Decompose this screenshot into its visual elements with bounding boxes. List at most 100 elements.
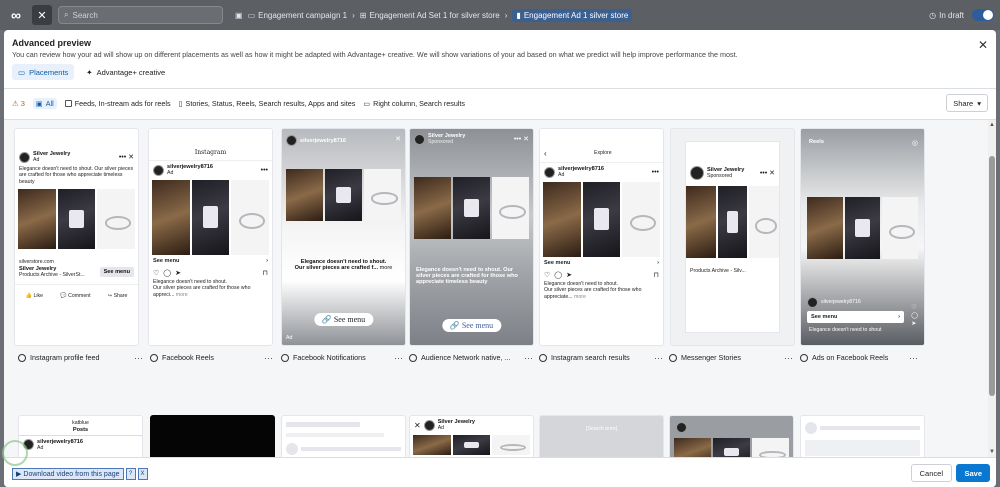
bookmark-icon[interactable]: ⊓ — [263, 269, 268, 277]
tab-placements[interactable]: ▭ Placements — [12, 64, 75, 80]
close-icon[interactable]: ✕ — [414, 421, 421, 430]
more-icon[interactable]: ••• ✕ — [119, 153, 134, 161]
chevron-down-icon: ▾ — [977, 98, 981, 108]
scrollbar[interactable]: ▲ ▼ — [988, 120, 996, 457]
carousel-images — [414, 177, 529, 239]
ad-toggle[interactable] — [972, 9, 994, 21]
sidebar-toggle-icon[interactable]: ▣ — [235, 11, 243, 20]
filter-right-column[interactable]: ▭ Right column, Search results — [363, 99, 465, 108]
avatar — [414, 133, 425, 145]
send-icon[interactable]: ➤ — [566, 271, 572, 279]
comment-icon[interactable]: ◯ — [554, 271, 562, 279]
preview-card-instagram-explore[interactable]: ‹ Explore silverjewelry8716 Ad ••• See me… — [539, 128, 664, 346]
avatar — [19, 151, 30, 163]
more-icon[interactable]: ••• — [261, 167, 268, 174]
send-icon[interactable]: ➤ — [175, 269, 181, 277]
preview-card-facebook-notifications[interactable] — [281, 415, 406, 457]
heart-icon[interactable]: ♡ — [544, 271, 550, 279]
modal-footer: Cancel Save — [4, 457, 996, 487]
preview-card-facebook-stories[interactable]: silverjewelry8716 ✕ Elegance doesn't nee… — [281, 128, 406, 346]
share-icon[interactable]: ➤ — [911, 320, 918, 328]
link-icon: 🔗 — [321, 315, 332, 324]
advanced-preview-modal: Advanced preview You can review how your… — [4, 30, 996, 487]
scroll-down-icon[interactable]: ▼ — [989, 449, 995, 455]
label-audience-network-native: Audience Network native, ... ··· — [409, 353, 533, 362]
warnings-badge[interactable]: ⚠ 3 — [12, 99, 25, 108]
heart-icon[interactable]: ♡ — [153, 269, 159, 277]
scroll-up-icon[interactable]: ▲ — [989, 122, 995, 128]
cancel-button[interactable]: Cancel — [910, 464, 952, 482]
bookmark-icon[interactable]: ⊓ — [654, 271, 659, 279]
preview-card-instagram-profile-feed[interactable]: katblue Posts silverjewelry8716 Ad — [18, 415, 143, 457]
share-button[interactable]: Share ▾ — [946, 94, 988, 112]
close-icon[interactable]: ✕ — [395, 135, 401, 143]
preview-card-ads-on-facebook-reels[interactable] — [800, 415, 925, 457]
close-download-bar-button[interactable]: X — [137, 468, 148, 480]
filter-stories[interactable]: ▯ Stories, Status, Reels, Search results,… — [179, 99, 356, 108]
preview-card-facebook-reels[interactable] — [150, 415, 275, 457]
comment-icon[interactable]: ◯ — [163, 269, 171, 277]
breadcrumb: ▣ ▭ Engagement campaign 1 › ⊞ Engagement A… — [235, 8, 633, 22]
more-icon[interactable]: ••• — [652, 169, 659, 176]
see-menu-button[interactable]: See menu › — [807, 311, 904, 323]
avatar — [153, 164, 164, 176]
breadcrumb-ad[interactable]: ▮ Engagement Ad 1 silver store — [512, 8, 633, 22]
preview-card-facebook-feed[interactable]: Silver Jewelry Ad ••• ✕ Elegance doesn't … — [14, 128, 139, 346]
camera-icon[interactable]: ◎ — [912, 139, 918, 147]
preview-card-instagram-search-results[interactable]: [Search term] — [539, 415, 664, 457]
label-facebook-reels: Facebook Reels ··· — [150, 353, 273, 362]
label-messenger-stories: Messenger Stories ··· — [669, 353, 793, 362]
close-editor-button[interactable]: ✕ — [32, 5, 52, 25]
filter-all[interactable]: ▣ All — [32, 97, 57, 109]
carousel-images — [674, 438, 789, 457]
see-menu-button[interactable]: 🔗 See menu — [441, 319, 502, 332]
carousel-images — [686, 186, 780, 258]
comment-button[interactable]: 💬 Comment — [60, 293, 90, 300]
more-icon[interactable]: ··· — [784, 353, 793, 362]
download-video-button[interactable]: ▶ Download video from this page — [12, 468, 124, 480]
see-menu-link[interactable]: See menu › — [149, 255, 272, 267]
heart-icon[interactable]: ♡ — [911, 304, 918, 312]
see-menu-link[interactable]: See menu › — [540, 257, 663, 269]
more-icon[interactable]: ··· — [394, 353, 403, 362]
more-icon[interactable]: ··· — [264, 353, 273, 362]
more-icon[interactable]: ··· — [654, 353, 663, 362]
scrollbar-thumb[interactable] — [989, 156, 995, 396]
preview-card-facebook-marketplace[interactable]: Silver Jewelry Sponsored ••• ✕ Products A… — [670, 128, 795, 346]
filter-feeds[interactable]: Feeds, In-stream ads for reels — [64, 99, 171, 108]
preview-card-instagram-stories[interactable]: Silver Jewelry Sponsored ••• ✕ Elegance d… — [409, 128, 534, 346]
like-button[interactable]: 👍 Like — [26, 293, 43, 300]
preview-card-messenger-stories[interactable] — [669, 415, 794, 457]
facebook-icon — [800, 353, 808, 362]
breadcrumb-adset[interactable]: ⊞ Engagement Ad Set 1 for silver store — [360, 11, 500, 20]
search-input[interactable]: ⌕ Search — [58, 6, 223, 24]
more-icon[interactable]: ··· — [134, 353, 143, 362]
chevron-right-icon: › — [266, 257, 268, 264]
messenger-icon — [669, 353, 677, 362]
carousel-images — [410, 434, 533, 455]
placements-icon: ▭ — [18, 67, 26, 77]
preview-card-instagram-feed[interactable]: Instagram silverjewelry8716 Ad ••• See me… — [148, 128, 273, 346]
more-icon[interactable]: ··· — [524, 353, 533, 362]
breadcrumb-campaign[interactable]: ▭ Engagement campaign 1 — [248, 11, 348, 20]
back-icon[interactable]: ‹ — [544, 149, 547, 158]
see-menu-button[interactable]: 🔗 See menu — [313, 313, 374, 326]
more-icon[interactable]: ··· — [909, 353, 918, 362]
avatar — [676, 422, 687, 433]
warning-icon: ⚠ — [12, 98, 19, 108]
save-button[interactable]: Save — [956, 464, 990, 482]
close-icon[interactable]: ••• ✕ — [514, 135, 529, 143]
help-button[interactable]: ? — [125, 468, 136, 480]
modal-description: You can review how your ad will show up … — [12, 50, 738, 59]
tab-advantage-creative[interactable]: ✦ Advantage+ creative — [80, 64, 171, 80]
more-icon[interactable]: ••• ✕ — [760, 169, 775, 177]
share-post-button[interactable]: ↪ Share — [108, 293, 128, 300]
close-icon[interactable]: ✕ — [978, 38, 988, 52]
comment-icon[interactable]: ◯ — [911, 312, 918, 320]
preview-card-facebook-reels-feed[interactable]: Reels ◎ silverjewelry8716 See menu › Eleg… — [800, 128, 925, 346]
carousel-images — [15, 189, 138, 249]
carousel-images — [540, 181, 663, 257]
facebook-icon — [150, 353, 158, 362]
preview-card-audience-network-native[interactable]: ✕ Silver Jewelry Ad — [409, 415, 534, 457]
see-menu-button[interactable]: See menu — [99, 266, 134, 277]
